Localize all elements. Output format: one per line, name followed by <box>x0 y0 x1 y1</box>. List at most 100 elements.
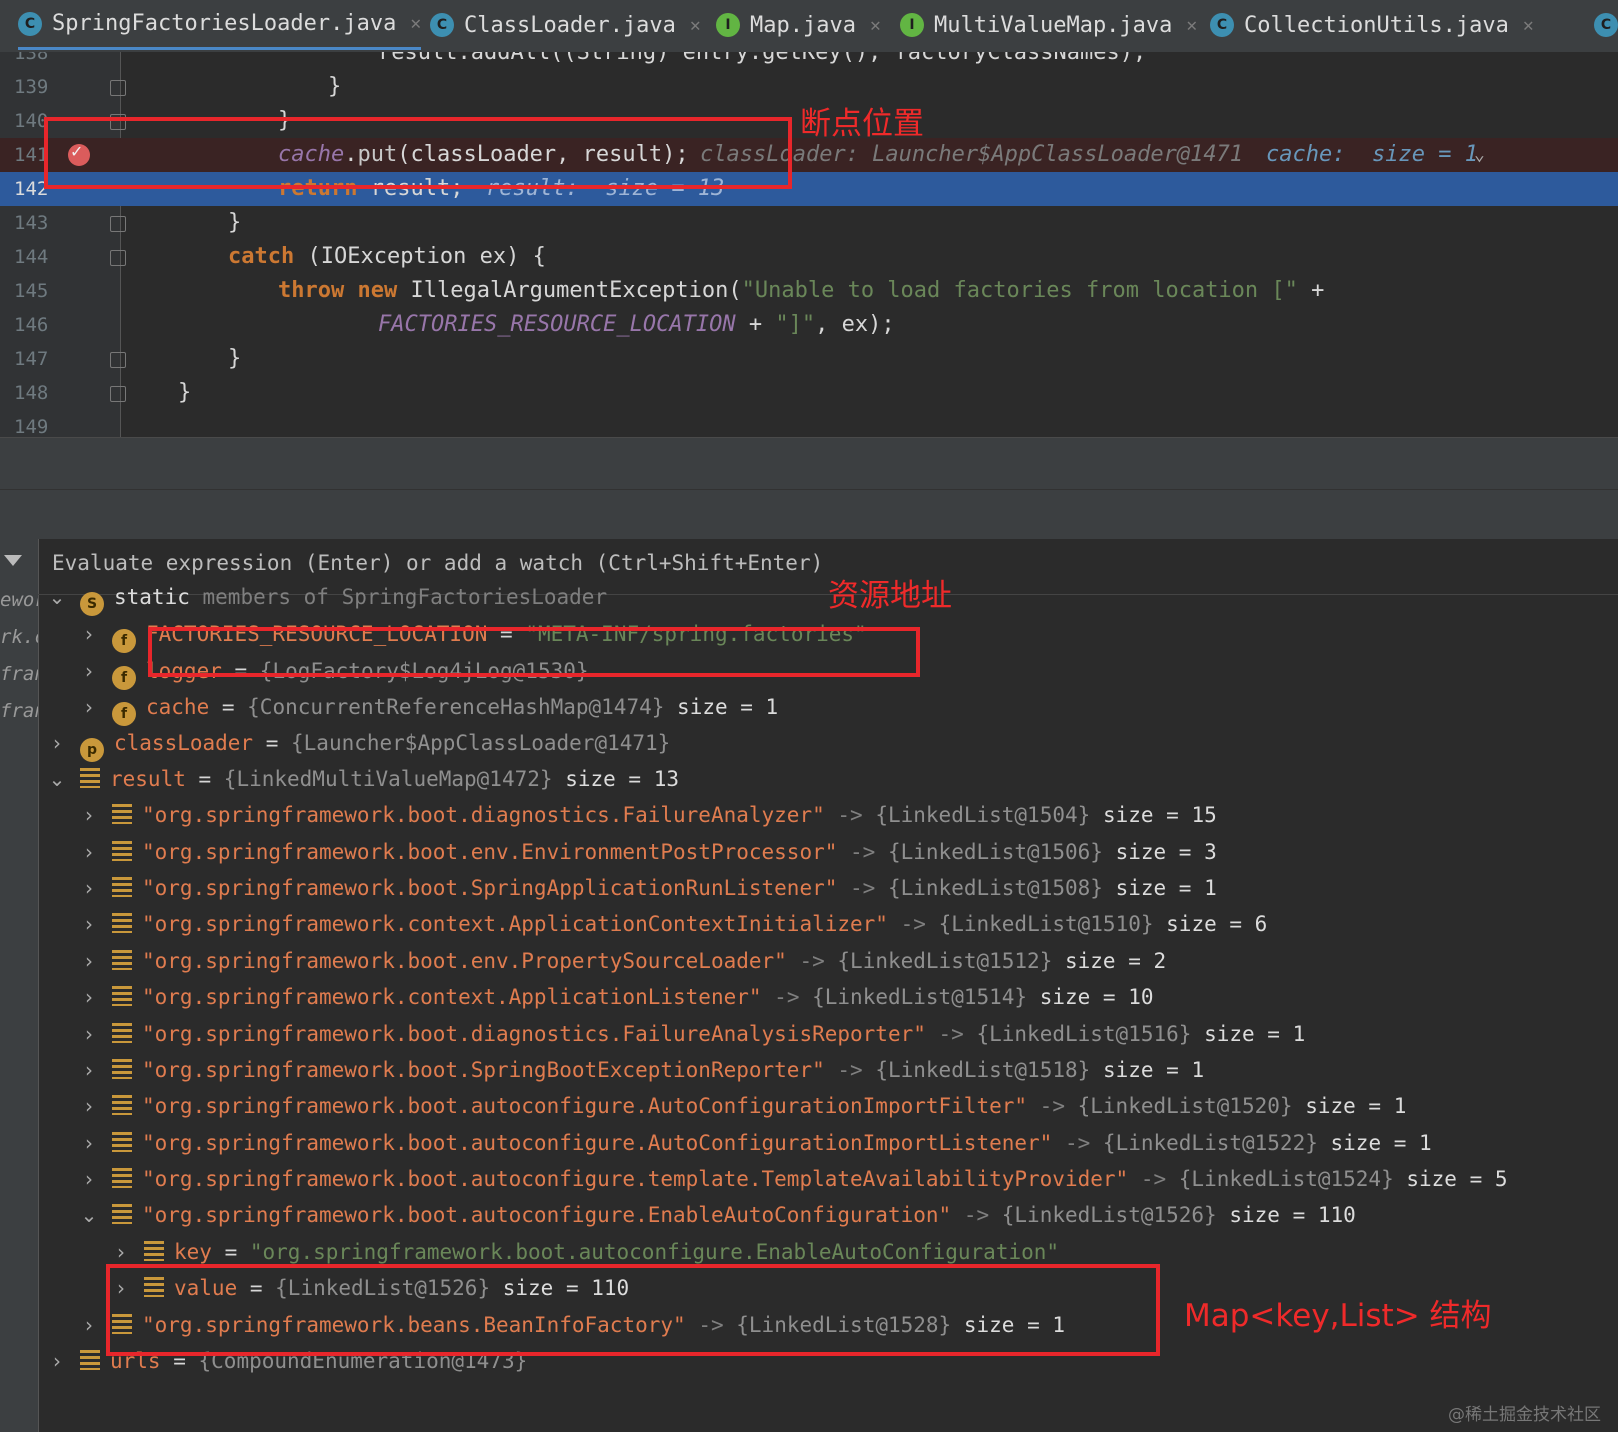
frame-item[interactable]: fran <box>0 656 38 693</box>
list-icon <box>112 877 132 897</box>
line-number: 147 <box>14 348 49 370</box>
chevron-down-icon[interactable]: ⌄ <box>46 761 68 798</box>
map-entry[interactable]: › "org.springframework.context.Applicatio… <box>78 979 1154 1016</box>
list-icon <box>112 1023 132 1043</box>
chevron-right-icon[interactable]: › <box>78 943 100 980</box>
parameter-icon: p <box>80 738 104 762</box>
code-text: } <box>228 210 242 235</box>
chevron-right-icon[interactable]: › <box>46 725 68 762</box>
tab-label: MultiValueMap.java <box>934 12 1173 38</box>
close-icon[interactable]: ✕ <box>1186 15 1197 36</box>
code-line-143: 143 } <box>0 206 1618 240</box>
fold-marker-icon[interactable] <box>110 250 126 266</box>
map-entry[interactable]: › "org.springframework.boot.diagnostics.F… <box>78 1016 1305 1053</box>
chevron-right-icon[interactable]: › <box>78 1052 100 1089</box>
code-text: FACTORIES_RESOURCE_LOCATION + "]", ex); <box>378 312 895 337</box>
tree-row-cache[interactable]: › f cache = {ConcurrentReferenceHashMap@14… <box>78 689 778 726</box>
chevron-down-icon[interactable]: ⌄ <box>1474 138 1485 172</box>
annotation-label-breakpoint: 断点位置 <box>800 106 924 142</box>
map-entry[interactable]: › "org.springframework.boot.autoconfigure… <box>78 1125 1432 1162</box>
map-entry[interactable]: › "org.springframework.boot.SpringBootExc… <box>78 1052 1204 1089</box>
tab-classloader[interactable]: C ClassLoader.java ✕ <box>430 0 701 50</box>
chevron-right-icon[interactable]: › <box>78 1307 100 1344</box>
map-entry[interactable]: › "org.springframework.boot.env.PropertyS… <box>78 943 1166 980</box>
fold-marker-icon[interactable] <box>110 386 126 402</box>
map-entry[interactable]: › "org.springframework.boot.diagnostics.F… <box>78 797 1217 834</box>
chevron-right-icon[interactable]: › <box>78 1161 100 1198</box>
map-entry[interactable]: › "org.springframework.boot.autoconfigure… <box>78 1088 1406 1125</box>
annotation-box-resource <box>148 627 920 677</box>
line-number: 143 <box>14 212 49 234</box>
chevron-right-icon[interactable]: › <box>78 689 100 726</box>
chevron-right-icon[interactable]: › <box>78 870 100 907</box>
list-icon <box>112 804 132 824</box>
map-entry[interactable]: › "org.springframework.context.Applicatio… <box>78 906 1267 943</box>
chevron-right-icon[interactable]: › <box>78 653 100 690</box>
code-line-148: 148 } <box>0 376 1618 410</box>
line-number: 148 <box>14 382 49 404</box>
code-line-146: 146 FACTORIES_RESOURCE_LOCATION + "]", e… <box>0 308 1618 342</box>
frame-item[interactable]: rk.c <box>0 619 38 656</box>
tab-map[interactable]: I Map.java ✕ <box>716 0 881 50</box>
tab-overflow[interactable]: C <box>1594 0 1618 50</box>
chevron-down-icon[interactable]: ⌄ <box>78 1197 100 1234</box>
tab-collectionutils[interactable]: C CollectionUtils.java ✕ <box>1210 0 1534 50</box>
tree-row-classloader[interactable]: › p classLoader = {Launcher$AppClassLoader… <box>46 725 670 762</box>
chevron-right-icon[interactable]: › <box>46 1343 68 1380</box>
map-entry-expanded[interactable]: ⌄ "org.springframework.boot.autoconfigure… <box>78 1197 1356 1234</box>
fold-marker-icon[interactable] <box>110 216 126 232</box>
panel-divider[interactable] <box>0 437 1618 490</box>
frame-item[interactable]: ewor <box>0 582 38 619</box>
chevron-right-icon[interactable]: › <box>78 1125 100 1162</box>
line-number: 149 <box>14 416 49 437</box>
list-icon <box>112 950 132 970</box>
chevron-right-icon[interactable]: › <box>78 834 100 871</box>
map-entry[interactable]: › "org.springframework.boot.autoconfigure… <box>78 1161 1508 1198</box>
tab-label: SpringFactoriesLoader.java <box>52 11 397 36</box>
chevron-right-icon[interactable]: › <box>78 616 100 653</box>
class-icon: C <box>430 13 454 37</box>
close-icon[interactable]: ✕ <box>690 15 701 36</box>
map-entry[interactable]: › "org.springframework.boot.env.Environme… <box>78 834 1217 871</box>
tab-multivaluemap[interactable]: I MultiValueMap.java ✕ <box>900 0 1197 50</box>
list-icon <box>112 1059 132 1079</box>
field-icon: f <box>112 629 136 653</box>
fold-marker-icon[interactable] <box>110 352 126 368</box>
code-text: throw new IllegalArgumentException("Unab… <box>278 278 1325 303</box>
tree-row-static[interactable]: ⌄ Sstatic members of SpringFactoriesLoade… <box>46 579 607 616</box>
close-icon[interactable]: ✕ <box>870 15 881 36</box>
tab-label: CollectionUtils.java <box>1244 12 1509 38</box>
tree-row-result[interactable]: ⌄ result = {LinkedMultiValueMap@1472} siz… <box>46 761 679 798</box>
evaluate-placeholder: Evaluate expression (Enter) or add a wat… <box>52 551 824 575</box>
chevron-right-icon[interactable]: › <box>78 1016 100 1053</box>
list-icon <box>112 1132 132 1152</box>
code-line-149: 149 <box>0 410 1618 437</box>
code-text: } <box>328 74 342 99</box>
map-entry[interactable]: › "org.springframework.boot.SpringApplica… <box>78 870 1217 907</box>
tab-label: ClassLoader.java <box>464 12 676 38</box>
close-icon[interactable]: ✕ <box>1523 15 1534 36</box>
collapse-panel-icon[interactable] <box>4 555 22 566</box>
tab-springfactoriesloader[interactable]: C SpringFactoriesLoader.java ✕ <box>18 0 422 50</box>
line-number: 138 <box>14 52 49 64</box>
code-text: } <box>178 380 192 405</box>
debug-toolbar <box>0 489 1618 540</box>
list-icon <box>112 1204 132 1224</box>
chevron-right-icon[interactable]: › <box>78 797 100 834</box>
frame-item[interactable]: fran <box>0 693 38 730</box>
close-icon[interactable]: ✕ <box>410 13 421 34</box>
chevron-down-icon[interactable]: ⌄ <box>46 579 68 616</box>
frames-list: ewor rk.c fran fran <box>0 539 39 1432</box>
class-icon: C <box>1210 13 1234 37</box>
annotation-box-breakpoint <box>44 117 792 189</box>
chevron-right-icon[interactable]: › <box>78 979 100 1016</box>
annotation-box-map-structure <box>106 1264 1160 1356</box>
list-icon <box>112 913 132 933</box>
list-icon <box>80 1350 100 1370</box>
tab-label: Map.java <box>750 12 856 38</box>
chevron-right-icon[interactable]: › <box>78 1088 100 1125</box>
chevron-right-icon[interactable]: › <box>78 906 100 943</box>
fold-marker-icon[interactable] <box>110 80 126 96</box>
interface-icon: I <box>900 13 924 37</box>
list-icon <box>112 1168 132 1188</box>
